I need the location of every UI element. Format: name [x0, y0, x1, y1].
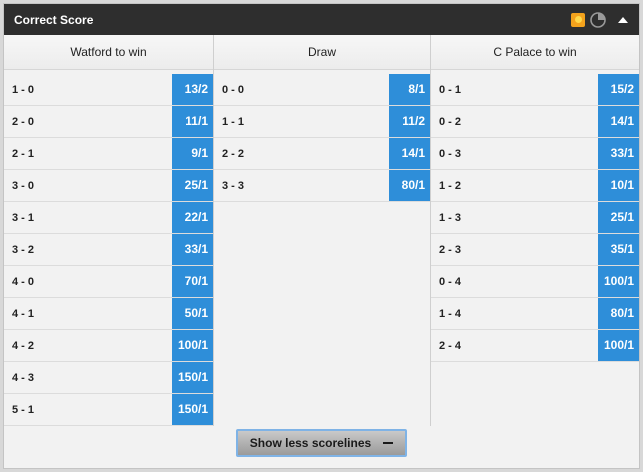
clock-icon[interactable] [590, 11, 606, 28]
panel-header: Correct Score [4, 4, 639, 35]
odds-button[interactable]: 15/2 [598, 74, 639, 105]
odds-button[interactable]: 150/1 [172, 362, 213, 393]
score-label: 2 - 2 [222, 147, 245, 160]
odds-button[interactable]: 33/1 [598, 138, 639, 169]
score-row: 1 - 1 11/2 [214, 106, 430, 138]
panel-title: Correct Score [14, 12, 94, 27]
odds-button[interactable]: 25/1 [172, 170, 213, 201]
score-row: 2 - 3 35/1 [431, 234, 639, 266]
score-row: 3 - 1 22/1 [4, 202, 213, 234]
score-row: 4 - 0 70/1 [4, 266, 213, 298]
score-row: 3 - 2 33/1 [4, 234, 213, 266]
odds-button[interactable]: 14/1 [389, 138, 430, 169]
odds-button[interactable]: 14/1 [598, 106, 639, 137]
score-label: 2 - 4 [439, 339, 462, 352]
score-label: 0 - 1 [439, 83, 462, 96]
score-label: 4 - 3 [12, 371, 35, 384]
score-label: 0 - 3 [439, 147, 462, 160]
score-label: 1 - 3 [439, 211, 462, 224]
score-row: 0 - 4 100/1 [431, 266, 639, 298]
odds-button[interactable]: 35/1 [598, 234, 639, 265]
score-label: 1 - 2 [439, 179, 462, 192]
score-row: 0 - 1 15/2 [431, 74, 639, 106]
score-label: 4 - 2 [12, 339, 35, 352]
score-label: 1 - 0 [12, 83, 35, 96]
score-label: 3 - 1 [12, 211, 35, 224]
column-watford: Watford to win 1 - 0 13/2 2 - 0 11/1 2 - 1 9/… [4, 35, 214, 426]
score-label: 3 - 0 [12, 179, 35, 192]
score-row: 4 - 1 50/1 [4, 298, 213, 330]
odds-button[interactable]: 11/2 [389, 106, 430, 137]
score-list-c-palace: 0 - 1 15/2 0 - 2 14/1 0 - 3 33/1 1 - 2 10/1 1 - … [431, 70, 639, 362]
collapse-icon[interactable] [617, 14, 629, 26]
score-row: 1 - 3 25/1 [431, 202, 639, 234]
odds-button[interactable]: 100/1 [598, 266, 639, 297]
score-row: 0 - 3 33/1 [431, 138, 639, 170]
score-label: 0 - 0 [222, 83, 245, 96]
score-label: 4 - 0 [12, 275, 35, 288]
score-row: 3 - 0 25/1 [4, 170, 213, 202]
odds-button[interactable]: 22/1 [172, 202, 213, 233]
score-row: 2 - 1 9/1 [4, 138, 213, 170]
minus-icon [383, 442, 394, 444]
score-label: 4 - 1 [12, 307, 35, 320]
odds-button[interactable]: 100/1 [598, 330, 639, 361]
odds-button[interactable]: 150/1 [172, 394, 213, 425]
score-row: 2 - 4 100/1 [431, 330, 639, 362]
score-label: 2 - 0 [12, 115, 35, 128]
odds-button[interactable]: 80/1 [389, 170, 430, 201]
score-row: 3 - 3 80/1 [214, 170, 430, 202]
score-row: 4 - 3 150/1 [4, 362, 213, 394]
column-header-draw: Draw [214, 35, 430, 70]
panel-footer: Show less scorelines [4, 429, 639, 457]
score-label: 0 - 2 [439, 115, 462, 128]
column-c-palace: C Palace to win 0 - 1 15/2 0 - 2 14/1 0 - 3 3… [431, 35, 639, 426]
score-label: 0 - 4 [439, 275, 462, 288]
score-row: 0 - 0 8/1 [214, 74, 430, 106]
score-row: 5 - 1 150/1 [4, 394, 213, 426]
score-row: 2 - 0 11/1 [4, 106, 213, 138]
odds-button[interactable]: 50/1 [172, 298, 213, 329]
show-less-scorelines-button[interactable]: Show less scorelines [235, 429, 408, 457]
score-row: 4 - 2 100/1 [4, 330, 213, 362]
odds-button[interactable]: 100/1 [172, 330, 213, 361]
odds-button[interactable]: 10/1 [598, 170, 639, 201]
odds-button[interactable]: 11/1 [172, 106, 213, 137]
score-list-watford: 1 - 0 13/2 2 - 0 11/1 2 - 1 9/1 3 - 0 25/1 3 - 1… [4, 70, 213, 426]
sun-icon[interactable] [571, 12, 585, 27]
odds-button[interactable]: 33/1 [172, 234, 213, 265]
column-header-watford: Watford to win [4, 35, 213, 70]
score-label: 5 - 1 [12, 403, 35, 416]
score-label: 1 - 4 [439, 307, 462, 320]
odds-button[interactable]: 70/1 [172, 266, 213, 297]
odds-button[interactable]: 13/2 [172, 74, 213, 105]
score-row: 1 - 4 80/1 [431, 298, 639, 330]
score-row: 0 - 2 14/1 [431, 106, 639, 138]
score-row: 2 - 2 14/1 [214, 138, 430, 170]
show-less-label: Show less scorelines [249, 436, 372, 450]
odds-button[interactable]: 9/1 [172, 138, 213, 169]
odds-button[interactable]: 80/1 [598, 298, 639, 329]
correct-score-panel: Correct Score Watford to win 1 - 0 13/2 2 … [3, 3, 640, 469]
score-label: 3 - 2 [12, 243, 35, 256]
score-row: 1 - 2 10/1 [431, 170, 639, 202]
score-row: 1 - 0 13/2 [4, 74, 213, 106]
odds-button[interactable]: 25/1 [598, 202, 639, 233]
column-draw: Draw 0 - 0 8/1 1 - 1 11/2 2 - 2 14/1 3 - 3 80/1 [214, 35, 431, 426]
score-label: 2 - 1 [12, 147, 35, 160]
score-label: 1 - 1 [222, 115, 245, 128]
score-label: 2 - 3 [439, 243, 462, 256]
score-list-draw: 0 - 0 8/1 1 - 1 11/2 2 - 2 14/1 3 - 3 80/1 [214, 70, 430, 202]
column-header-c-palace: C Palace to win [431, 35, 639, 70]
odds-button[interactable]: 8/1 [389, 74, 430, 105]
score-columns: Watford to win 1 - 0 13/2 2 - 0 11/1 2 - 1 9/… [4, 35, 639, 426]
score-label: 3 - 3 [222, 179, 245, 192]
header-icons [571, 11, 629, 28]
